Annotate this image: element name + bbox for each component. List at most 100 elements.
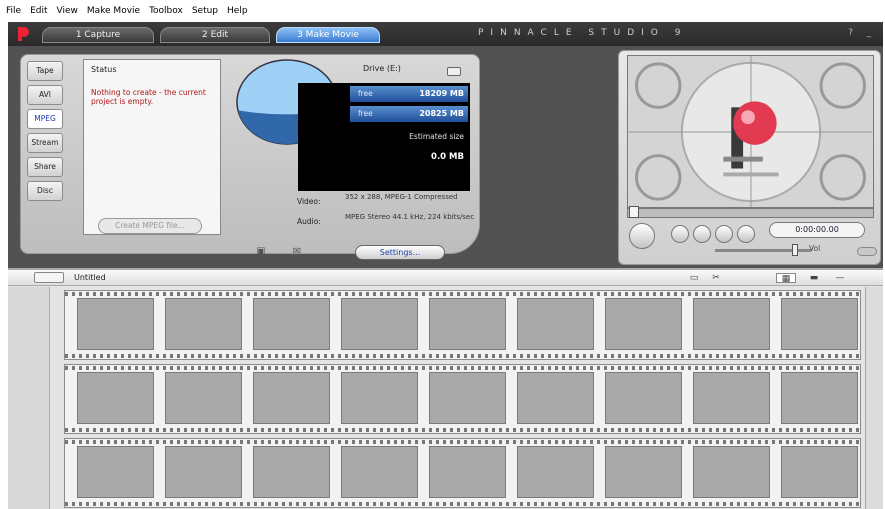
menu-view[interactable]: View [57,6,78,16]
storyboard-left-margin [8,287,50,509]
storyboard-scrollbar[interactable] [865,287,883,509]
storyboard-slot[interactable] [341,446,418,498]
preview-player: 0:00:00.00 Vol [618,50,881,265]
storyboard-slot[interactable] [605,446,682,498]
storyboard-row [64,290,861,360]
step-forward-button[interactable] [715,225,733,243]
film-icon[interactable]: ▣ [255,247,267,257]
studio-window: 1 Capture 2 Edit 3 Make Movie PINNACLE S… [8,22,883,509]
volume-label: Vol [809,244,821,253]
album-toggle-button[interactable] [34,272,64,283]
status-message: Nothing to create - the current project … [91,88,206,106]
output-tab-tape[interactable]: Tape [27,61,63,81]
storyboard-row [64,364,861,434]
storyboard-slot[interactable] [429,298,506,350]
menu-help[interactable]: Help [227,6,248,16]
go-to-start-button[interactable] [671,225,689,243]
email-icon[interactable]: ✉ [291,247,303,257]
minimize-button[interactable]: _ [867,28,872,38]
storyboard-slot[interactable] [429,372,506,424]
storyboard-slot[interactable] [517,372,594,424]
free-label-2: free [358,109,373,118]
storyboard-slot[interactable] [165,372,242,424]
storyboard: Untitled ▭ ✂ ▦ ▬ — [8,268,883,509]
timecode-display[interactable]: 0:00:00.00 [769,222,865,238]
storyboard-slot[interactable] [77,372,154,424]
menu-edit[interactable]: Edit [30,6,47,16]
storyboard-strips [64,290,861,509]
status-title: Status [91,65,117,74]
film-perforation [65,440,860,444]
trash-icon[interactable]: ▭ [688,273,700,283]
film-perforation [65,292,860,296]
tab-capture[interactable]: 1 Capture [42,27,154,43]
free-value-1: 18209 MB [419,89,464,98]
tab-make-movie[interactable]: 3 Make Movie [276,27,380,43]
film-perforation [65,428,860,432]
storyboard-slot[interactable] [517,298,594,350]
storyboard-slot[interactable] [517,446,594,498]
play-button[interactable] [629,223,655,249]
output-tab-avi[interactable]: AVI [27,85,63,105]
volume-knob[interactable] [791,244,798,256]
film-perforation [65,502,860,506]
output-tab-share[interactable]: Share [27,157,63,177]
storyboard-slot[interactable] [781,298,858,350]
storyboard-slot[interactable] [781,372,858,424]
storyboard-slot[interactable] [253,372,330,424]
disk-stats: free 18209 MB free 20825 MB Estimated si… [298,83,470,191]
free-label-1: free [358,89,373,98]
title-bar: 1 Capture 2 Edit 3 Make Movie PINNACLE S… [8,22,883,46]
drive-label: Drive (E:) [363,64,401,73]
create-file-button[interactable]: Create MPEG file... [98,218,202,234]
storyboard-slot[interactable] [165,446,242,498]
storyboard-slot[interactable] [429,446,506,498]
logo-ball [733,101,777,145]
drive-select-button[interactable] [447,67,461,76]
storyboard-view-icon[interactable]: ▦ [776,273,796,284]
player-options-button[interactable] [857,247,877,256]
film-perforation [65,354,860,358]
storyboard-slot[interactable] [253,446,330,498]
list-view-icon[interactable]: — [830,273,850,283]
menu-make-movie[interactable]: Make Movie [87,6,140,16]
menu-bar: File Edit View Make Movie Toolbox Setup Help [0,0,885,22]
menu-toolbox[interactable]: Toolbox [149,6,183,16]
menu-setup[interactable]: Setup [192,6,218,16]
menu-file[interactable]: File [6,6,21,16]
video-label: Video: [297,197,321,206]
estimated-size-label: Estimated size [409,132,464,141]
film-perforation [65,366,860,370]
storyboard-slot[interactable] [253,298,330,350]
settings-button[interactable]: Settings... [355,245,445,260]
status-box: Status Nothing to create - the current p… [83,59,221,235]
storyboard-slot[interactable] [77,298,154,350]
storyboard-slot[interactable] [693,446,770,498]
tab-edit[interactable]: 2 Edit [160,27,270,43]
storyboard-slot[interactable] [341,298,418,350]
output-tab-mpeg[interactable]: MPEG [27,109,63,129]
help-button[interactable]: ? [848,28,853,38]
scrubber-handle[interactable] [629,206,639,218]
go-to-end-button[interactable] [737,225,755,243]
output-tab-stream[interactable]: Stream [27,133,63,153]
brand-title: PINNACLE STUDIO 9 [478,28,688,38]
storyboard-slot[interactable] [341,372,418,424]
storyboard-slot[interactable] [605,298,682,350]
storyboard-slot[interactable] [693,298,770,350]
project-name: Untitled [74,273,106,282]
audio-value: MPEG Stereo 44.1 kHz, 224 kbits/sec [345,213,475,221]
step-back-button[interactable] [693,225,711,243]
output-tab-disc[interactable]: Disc [27,181,63,201]
storyboard-row [64,438,861,508]
timeline-view-icon[interactable]: ▬ [804,273,824,283]
storyboard-slot[interactable] [781,446,858,498]
storyboard-slot[interactable] [77,446,154,498]
storyboard-slot[interactable] [605,372,682,424]
storyboard-slot[interactable] [165,298,242,350]
storyboard-slot[interactable] [693,372,770,424]
app-logo-icon [18,27,29,41]
scissors-icon[interactable]: ✂ [710,273,722,283]
scrubber-track[interactable] [627,208,874,218]
free-value-2: 20825 MB [419,109,464,118]
